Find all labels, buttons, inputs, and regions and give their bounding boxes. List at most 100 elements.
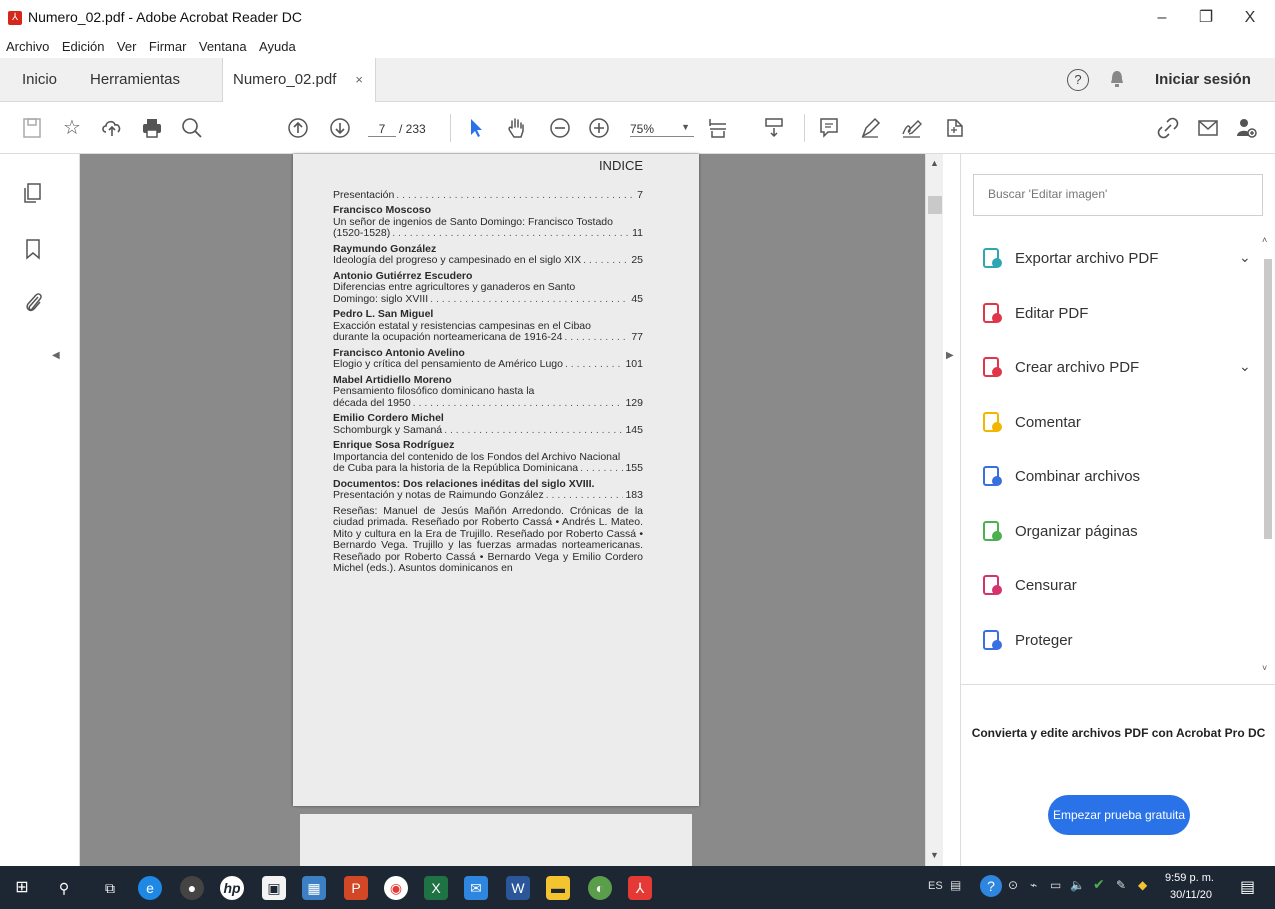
windows-start-icon[interactable]: ⊞	[10, 876, 34, 900]
pen-tray-icon[interactable]: ✎	[1116, 878, 1126, 892]
tool-item[interactable]: Censurar	[981, 566, 1251, 606]
clock-date[interactable]: 30/11/20	[1170, 889, 1212, 901]
network-icon[interactable]: ⌁	[1030, 878, 1037, 892]
add-comment-icon[interactable]	[815, 114, 843, 142]
menu-ayuda[interactable]: Ayuda	[259, 36, 296, 58]
menu-edicion[interactable]: Edición	[62, 36, 105, 58]
collapse-left-pane-icon[interactable]: ◀	[52, 350, 60, 361]
fit-page-icon[interactable]	[704, 114, 732, 142]
webcam-app-icon[interactable]: ●	[180, 876, 204, 900]
chevron-down-icon[interactable]: ⌄	[1239, 249, 1251, 266]
hand-tool-icon[interactable]	[502, 114, 530, 142]
edge-browser-icon[interactable]: e	[138, 876, 162, 900]
select-cursor-icon[interactable]	[462, 114, 490, 142]
document-viewport[interactable]: INDICE Presentación 7 Francisco MoscosoUn …	[80, 154, 925, 874]
upload-cloud-icon[interactable]	[98, 114, 126, 142]
chrome-profile-icon[interactable]: ◐	[588, 876, 612, 900]
maximize-button[interactable]: ❐	[1184, 4, 1228, 32]
zoom-search-icon[interactable]	[178, 114, 206, 142]
tab-home[interactable]: Inicio	[22, 58, 57, 102]
toc-title-text: durante la ocupación norteamericana de 1…	[333, 331, 563, 343]
scrollbar-thumb[interactable]	[1264, 259, 1272, 539]
tool-item[interactable]: Exportar archivo PDF ⌄	[981, 239, 1251, 279]
sign-in-link[interactable]: Iniciar sesión	[1155, 58, 1251, 102]
excel-icon[interactable]: X	[424, 876, 448, 900]
attachments-icon[interactable]	[24, 290, 44, 314]
meet-now-icon[interactable]: ⊙	[1008, 878, 1018, 892]
scroll-down-icon[interactable]: ▼	[930, 850, 939, 860]
scrollbar-thumb[interactable]	[928, 196, 942, 214]
sign-icon[interactable]	[898, 114, 926, 142]
menu-ver[interactable]: Ver	[117, 36, 137, 58]
protect-icon	[981, 629, 1003, 651]
security-shield-icon[interactable]: ✔	[1093, 876, 1105, 893]
tool-item[interactable]: Proteger	[981, 621, 1251, 661]
bookmarks-icon[interactable]	[24, 238, 42, 260]
file-explorer-icon[interactable]: ▬	[546, 876, 570, 900]
menu-ventana[interactable]: Ventana	[199, 36, 247, 58]
chrome-icon[interactable]: ◉	[384, 876, 408, 900]
volume-icon[interactable]: 🔈	[1070, 878, 1085, 892]
bookmark-star-icon[interactable]: ☆	[58, 114, 86, 142]
hp-app-icon[interactable]: hp	[220, 876, 244, 900]
language-indicator[interactable]: ES	[928, 880, 943, 892]
scroll-down-icon[interactable]: ˅	[1262, 663, 1267, 673]
highlight-pen-icon[interactable]	[856, 114, 884, 142]
collapse-right-pane-icon[interactable]: ▶	[946, 350, 954, 361]
battery-icon[interactable]: ▭	[1050, 878, 1061, 892]
menu-firmar[interactable]: Firmar	[149, 36, 187, 58]
task-view-icon[interactable]: ⧉	[98, 876, 122, 900]
toc-title-text: de Cuba para la historia de la República…	[333, 462, 579, 474]
tool-item[interactable]: Combinar archivos	[981, 457, 1251, 497]
chevron-down-icon[interactable]: ⌄	[1239, 358, 1251, 375]
zoom-out-icon[interactable]	[546, 114, 574, 142]
word-icon[interactable]: W	[506, 876, 530, 900]
page-thumbnails-icon[interactable]	[22, 182, 44, 204]
start-trial-button[interactable]: Empezar prueba gratuita	[1048, 795, 1190, 835]
close-button[interactable]: X	[1228, 4, 1272, 32]
scroll-up-icon[interactable]: ▲	[930, 158, 939, 168]
tool-label: Crear archivo PDF	[1015, 359, 1140, 376]
save-icon[interactable]	[18, 114, 46, 142]
next-page-icon[interactable]	[326, 114, 354, 142]
bell-icon[interactable]	[1110, 70, 1124, 88]
toc-title-line: de Cuba para la historia de la República…	[333, 462, 643, 475]
toc-entry: Enrique Sosa Rodríguez Importancia del co…	[333, 439, 643, 475]
powerpoint-icon[interactable]: P	[344, 876, 368, 900]
zoom-in-icon[interactable]	[585, 114, 613, 142]
tool-item[interactable]: Crear archivo PDF ⌄	[981, 348, 1251, 388]
store-icon[interactable]: ▣	[262, 876, 286, 900]
tools-scrollbar[interactable]: ˄ ˅	[1260, 235, 1274, 679]
tool-item[interactable]: Editar PDF	[981, 294, 1251, 334]
page-number-input[interactable]: 7	[368, 122, 396, 137]
share-link-icon[interactable]	[1154, 114, 1182, 142]
keyboard-icon[interactable]: ▤	[950, 878, 961, 892]
stamp-icon[interactable]	[940, 114, 968, 142]
tools-search-input[interactable]: Buscar 'Editar imagen'	[973, 174, 1263, 216]
tray-app-icon[interactable]: ◆	[1138, 878, 1147, 892]
tool-item[interactable]: Comentar	[981, 403, 1251, 443]
tab-tools[interactable]: Herramientas	[90, 58, 180, 102]
close-tab-icon[interactable]: ×	[355, 58, 363, 102]
scroll-mode-icon[interactable]	[760, 114, 788, 142]
tab-document[interactable]: Numero_02.pdf ×	[222, 58, 376, 102]
help-icon[interactable]: ?	[1067, 69, 1089, 91]
menu-archivo[interactable]: Archivo	[6, 36, 49, 58]
email-icon[interactable]	[1194, 114, 1222, 142]
minimize-button[interactable]: –	[1140, 4, 1184, 32]
mail-icon[interactable]: ✉	[464, 876, 488, 900]
zoom-level-select[interactable]: 75% ▼	[630, 122, 694, 137]
previous-page-icon[interactable]	[284, 114, 312, 142]
calculator-icon[interactable]: ▦	[302, 876, 326, 900]
toc-title-text: Diferencias entre agricultores y ganader…	[333, 281, 576, 293]
tool-item[interactable]: Organizar páginas	[981, 512, 1251, 552]
clock-time[interactable]: 9:59 p. m.	[1165, 872, 1214, 884]
print-icon[interactable]	[138, 114, 166, 142]
acrobat-taskbar-icon[interactable]: ⅄	[628, 876, 652, 900]
help-tray-icon[interactable]: ?	[980, 875, 1002, 897]
scroll-up-icon[interactable]: ˄	[1262, 235, 1267, 245]
search-icon[interactable]: ⚲	[52, 876, 76, 900]
notifications-icon[interactable]: ▤	[1240, 877, 1255, 897]
add-user-icon[interactable]	[1232, 114, 1260, 142]
document-scrollbar[interactable]: ▲ ▼	[925, 154, 943, 866]
